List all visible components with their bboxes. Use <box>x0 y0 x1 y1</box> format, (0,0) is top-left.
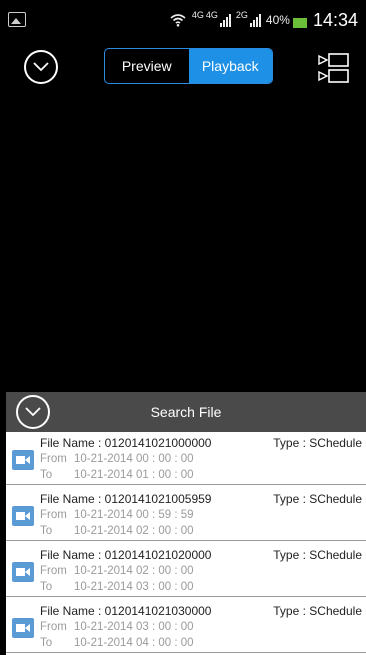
from-time: 10-21-2014 00 : 00 : 00 <box>74 453 194 465</box>
signal-icon <box>249 13 262 27</box>
file-row[interactable]: File Name : 0120141021020000 Type : SChe… <box>6 544 366 597</box>
file-row[interactable]: File Name : 0120141021000000 Type : SChe… <box>6 432 366 485</box>
status-icons: 4G 4G 2G 40% 14:34 <box>170 0 366 40</box>
network-type-label: 4G <box>191 10 204 20</box>
from-label: From <box>40 453 67 465</box>
video-player[interactable] <box>6 98 366 390</box>
file-type: Type : SChedule <box>273 604 362 618</box>
file-row[interactable]: File Name : 0120141021030000 Type : SChe… <box>6 600 366 653</box>
tab-preview[interactable]: Preview <box>105 49 189 83</box>
tab-playback[interactable]: Playback <box>188 49 272 83</box>
to-time: 10-21-2014 01 : 00 : 00 <box>74 469 194 481</box>
gallery-notification-icon <box>8 12 26 27</box>
battery-percent: 40% <box>265 13 290 27</box>
video-file-icon <box>12 450 34 470</box>
from-label: From <box>40 621 67 633</box>
network-type-label: 4G <box>205 10 218 20</box>
to-label: To <box>40 469 53 481</box>
mode-segmented-control: Preview Playback <box>104 48 273 84</box>
from-label: From <box>40 509 67 521</box>
to-label: To <box>40 525 53 537</box>
file-to: To 10-21-2014 04 : 00 : 00 <box>40 637 194 649</box>
collapse-button[interactable] <box>24 50 58 84</box>
chevron-down-icon <box>25 407 41 417</box>
app-header: Preview Playback <box>0 40 366 96</box>
file-from: From 10-21-2014 02 : 00 : 00 <box>40 565 194 577</box>
file-row[interactable]: File Name : 0120141021005959 Type : SChe… <box>6 488 366 541</box>
from-label: From <box>40 565 67 577</box>
video-file-icon <box>12 506 34 526</box>
video-file-icon <box>12 562 34 582</box>
expand-search-button[interactable] <box>16 395 50 429</box>
battery-icon <box>292 18 307 28</box>
from-time: 10-21-2014 02 : 00 : 00 <box>74 565 194 577</box>
to-time: 10-21-2014 04 : 00 : 00 <box>74 637 194 649</box>
network-type-label: 2G <box>235 10 248 20</box>
from-time: 10-21-2014 00 : 59 : 59 <box>74 509 194 521</box>
file-type: Type : SChedule <box>273 548 362 562</box>
search-file-bar: Search File <box>6 392 366 432</box>
from-time: 10-21-2014 03 : 00 : 00 <box>74 621 194 633</box>
signal-icon <box>219 13 232 27</box>
to-label: To <box>40 581 53 593</box>
to-time: 10-21-2014 02 : 00 : 00 <box>74 525 194 537</box>
file-from: From 10-21-2014 00 : 00 : 00 <box>40 453 194 465</box>
file-name: File Name : 0120141021030000 <box>40 604 212 618</box>
wifi-icon <box>170 14 186 27</box>
channel-list-icon[interactable] <box>318 52 350 84</box>
chevron-down-icon <box>33 62 49 72</box>
to-time: 10-21-2014 03 : 00 : 00 <box>74 581 194 593</box>
file-name: File Name : 0120141021005959 <box>40 492 212 506</box>
file-to: To 10-21-2014 03 : 00 : 00 <box>40 581 194 593</box>
video-file-icon <box>12 618 34 638</box>
file-list: File Name : 0120141021000000 Type : SChe… <box>6 432 366 655</box>
file-from: From 10-21-2014 00 : 59 : 59 <box>40 509 194 521</box>
clock: 14:34 <box>312 9 358 30</box>
status-bar: 4G 4G 2G 40% 14:34 <box>0 0 366 40</box>
file-to: To 10-21-2014 02 : 00 : 00 <box>40 525 194 537</box>
search-file-label[interactable]: Search File <box>6 392 366 432</box>
file-type: Type : SChedule <box>273 436 362 450</box>
file-from: From 10-21-2014 03 : 00 : 00 <box>40 621 194 633</box>
file-type: Type : SChedule <box>273 492 362 506</box>
to-label: To <box>40 637 53 649</box>
file-to: To 10-21-2014 01 : 00 : 00 <box>40 469 194 481</box>
file-name: File Name : 0120141021000000 <box>40 436 212 450</box>
file-name: File Name : 0120141021020000 <box>40 548 212 562</box>
